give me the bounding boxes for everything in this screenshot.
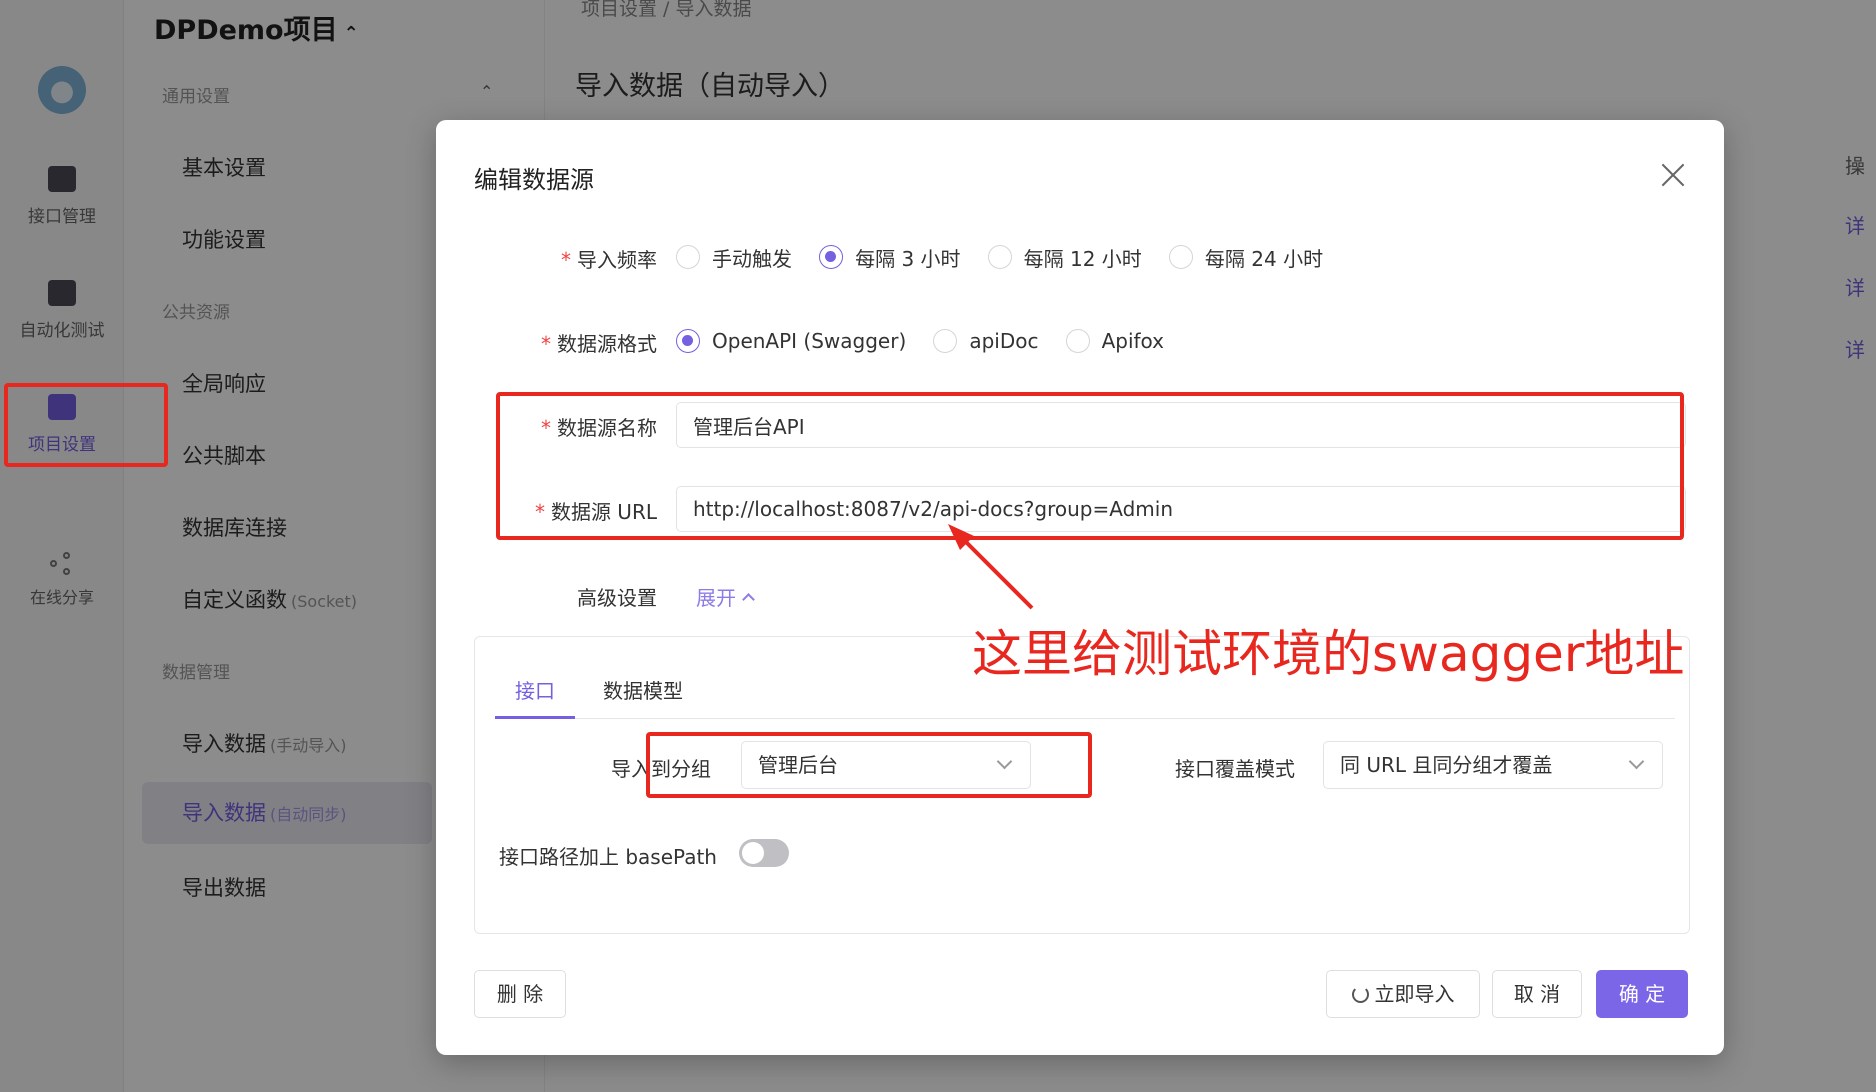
chevron-down-icon xyxy=(1628,753,1645,770)
annotation-text: 这里给测试环境的swagger地址 xyxy=(972,625,1685,683)
annotation-box-group xyxy=(646,732,1092,798)
dialog-title: 编辑数据源 xyxy=(474,166,594,194)
advanced-row: 高级设置 展开 xyxy=(436,572,1724,618)
import-now-button[interactable]: 立即导入 xyxy=(1326,970,1480,1018)
format-radio-group: OpenAPI (Swagger) apiDoc Apifox xyxy=(676,318,1186,364)
advanced-label: 高级设置 xyxy=(577,586,657,610)
cancel-button[interactable]: 取 消 xyxy=(1492,970,1582,1018)
radio-every-24h[interactable]: 每隔 24 小时 xyxy=(1168,234,1323,280)
basepath-toggle[interactable] xyxy=(739,839,789,867)
radio-openapi[interactable]: OpenAPI (Swagger) xyxy=(676,318,906,364)
tab-data-model[interactable]: 数据模型 xyxy=(583,669,703,719)
chevron-up-icon xyxy=(742,593,755,606)
frequency-label: * 导入频率 xyxy=(561,248,657,272)
frequency-radio-group: 手动触发 每隔 3 小时 每隔 12 小时 每隔 24 小时 xyxy=(676,234,1345,280)
radio-apifox[interactable]: Apifox xyxy=(1065,318,1164,364)
frequency-row: * 导入频率 手动触发 每隔 3 小时 每隔 12 小时 每隔 24 小时 xyxy=(436,234,1724,280)
refresh-icon xyxy=(1351,986,1369,1003)
basepath-label: 接口路径加上 basePath xyxy=(499,845,717,869)
delete-button[interactable]: 删 除 xyxy=(474,970,566,1018)
close-icon[interactable] xyxy=(1660,162,1686,188)
annotation-arrow xyxy=(948,524,1034,610)
annotation-box-sidebar xyxy=(4,383,168,467)
tab-api[interactable]: 接口 xyxy=(495,669,575,719)
radio-every-3h[interactable]: 每隔 3 小时 xyxy=(819,234,961,280)
annotation-box-datasource xyxy=(496,392,1684,540)
ok-button[interactable]: 确 定 xyxy=(1596,970,1688,1018)
format-row: * 数据源格式 OpenAPI (Swagger) apiDoc Apifox xyxy=(436,318,1724,364)
overwrite-mode-label: 接口覆盖模式 xyxy=(1175,757,1295,781)
format-label: * 数据源格式 xyxy=(541,332,657,356)
edit-datasource-dialog: 编辑数据源 * 导入频率 手动触发 每隔 3 小时 每隔 12 小时 每隔 24 … xyxy=(436,120,1724,1055)
radio-apidoc[interactable]: apiDoc xyxy=(933,318,1038,364)
radio-every-12h[interactable]: 每隔 12 小时 xyxy=(987,234,1142,280)
expand-advanced-link[interactable]: 展开 xyxy=(696,582,755,611)
overwrite-mode-select[interactable]: 同 URL 且同分组才覆盖 xyxy=(1323,741,1663,789)
radio-manual[interactable]: 手动触发 xyxy=(676,234,792,280)
